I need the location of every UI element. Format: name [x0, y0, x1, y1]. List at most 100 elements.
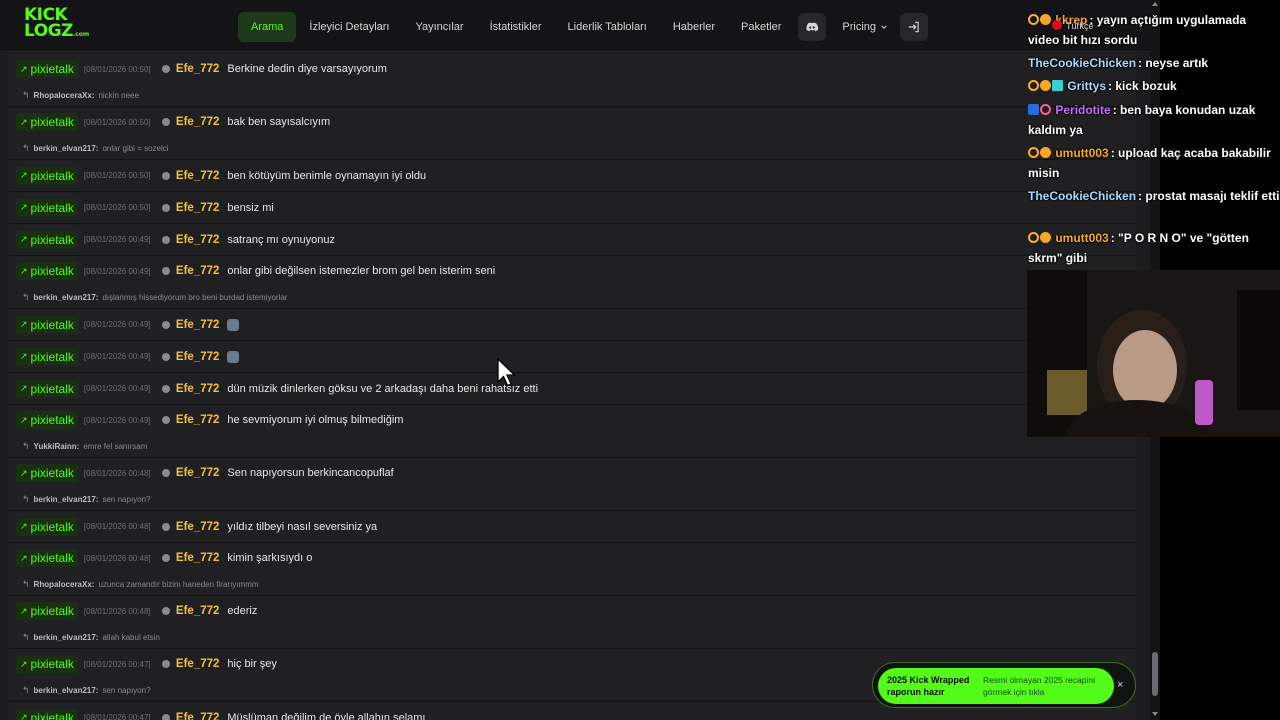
- info-icon[interactable]: [161, 171, 170, 180]
- reply-arrow-icon: ↰: [22, 142, 30, 153]
- message-username[interactable]: Efe_772: [176, 521, 219, 533]
- message-username[interactable]: Efe_772: [176, 552, 219, 564]
- message-username[interactable]: Efe_772: [176, 202, 219, 214]
- q-badge-icon: [1028, 14, 1039, 25]
- kick-icon: ↗: [20, 658, 28, 669]
- info-icon[interactable]: [161, 469, 170, 477]
- channel-badge[interactable]: ↗ pixietalk: [16, 517, 78, 536]
- message-username[interactable]: Efe_772: [176, 658, 219, 670]
- info-icon[interactable]: [161, 554, 170, 562]
- message-timestamp: [08/01/2026 00:49]: [83, 266, 151, 276]
- nav-item-paketler[interactable]: Paketler: [728, 12, 794, 42]
- nav-item-haberler[interactable]: Haberler: [660, 12, 728, 42]
- info-icon[interactable]: [161, 607, 170, 615]
- chat-message: ↗ pixietalk [08/01/2026 00:48] Efe_772 kimin…: [8, 543, 1136, 596]
- channel-badge[interactable]: ↗ pixietalk: [16, 549, 78, 567]
- info-icon[interactable]: [161, 384, 170, 393]
- q-badge-icon: [1028, 232, 1039, 243]
- message-username[interactable]: Efe_772: [176, 467, 219, 479]
- chat-message: ↗ pixietalk [08/01/2026 00:49] Efe_772 he se…: [8, 405, 1136, 458]
- overlay-username: umutt003: [1055, 146, 1109, 160]
- info-icon[interactable]: [161, 320, 170, 329]
- channel-badge[interactable]: ↗ pixietalk: [16, 113, 78, 131]
- reply-text: dışlanmış hissediyorum bro beni burdad i…: [102, 292, 288, 302]
- language-selector[interactable]: Türkçe: [1052, 20, 1094, 31]
- login-button[interactable]: [900, 13, 929, 41]
- overlay-message-text: prostat masajı teklif etti: [1145, 189, 1280, 203]
- message-username[interactable]: Efe_772: [176, 414, 219, 426]
- message-text: yıldız tilbeyi nasıl seversiniz ya: [227, 520, 378, 533]
- message-username[interactable]: Efe_772: [176, 712, 219, 720]
- reply-username[interactable]: RhopaloceraXx:: [34, 580, 95, 589]
- reply-username[interactable]: RhopaloceraXx:: [34, 91, 95, 100]
- discord-icon: [806, 22, 819, 32]
- message-username[interactable]: Efe_772: [176, 383, 219, 395]
- reply-username[interactable]: berkin_elvan217:: [34, 633, 99, 642]
- reply-username[interactable]: berkin_elvan217:: [34, 144, 99, 153]
- channel-badge[interactable]: ↗ pixietalk: [16, 347, 78, 366]
- channel-badge[interactable]: ↗ pixietalk: [16, 655, 78, 673]
- webcam-feed: [1027, 270, 1280, 437]
- channel-badge[interactable]: ↗ pixietalk: [16, 379, 78, 398]
- chat-message-row: ↗ pixietalk [08/01/2026 00:49] Efe_772 satra…: [8, 224, 1136, 255]
- nav-item-arama[interactable]: Arama: [238, 12, 297, 42]
- message-timestamp: [08/01/2026 00:50]: [83, 171, 151, 180]
- info-icon[interactable]: [161, 203, 170, 212]
- message-timestamp: [08/01/2026 00:50]: [83, 117, 151, 127]
- channel-badge[interactable]: ↗ pixietalk: [16, 464, 78, 482]
- message-username[interactable]: Efe_772: [176, 351, 219, 363]
- emote-icon: [227, 318, 240, 331]
- discord-button[interactable]: [798, 13, 827, 41]
- message-timestamp: [08/01/2026 00:49]: [83, 384, 151, 393]
- message-username[interactable]: Efe_772: [176, 605, 219, 617]
- nav-item-istatistikler[interactable]: İstatistikler: [477, 12, 555, 42]
- info-icon[interactable]: [161, 118, 170, 126]
- chat-message: ↗ pixietalk [08/01/2026 00:49] Efe_772: [8, 341, 1136, 373]
- info-icon[interactable]: [161, 65, 170, 73]
- channel-badge[interactable]: ↗ pixietalk: [16, 602, 78, 620]
- reply-username[interactable]: berkin_elvan217:: [34, 686, 99, 695]
- chat-message-row: ↗ pixietalk [08/01/2026 00:50] Efe_772 bak b…: [8, 107, 1136, 137]
- message-username[interactable]: Efe_772: [176, 234, 219, 246]
- info-icon[interactable]: [161, 235, 170, 244]
- message-username[interactable]: Efe_772: [176, 63, 219, 75]
- nav-item-izleyici-detaylari[interactable]: İzleyici Detayları: [296, 12, 402, 42]
- reply-username[interactable]: YukkiRainn:: [34, 442, 80, 451]
- pricing-dropdown[interactable]: Pricing: [830, 21, 896, 33]
- channel-badge[interactable]: ↗ pixietalk: [16, 60, 78, 78]
- message-username[interactable]: Efe_772: [176, 116, 219, 128]
- info-icon[interactable]: [161, 352, 170, 361]
- message-username[interactable]: Efe_772: [176, 170, 219, 182]
- info-icon[interactable]: [161, 713, 170, 720]
- message-username[interactable]: Efe_772: [176, 319, 219, 331]
- kick-icon: ↗: [20, 116, 28, 127]
- message-text: bak ben sayısalcıyım: [227, 116, 331, 128]
- message-username[interactable]: Efe_772: [176, 265, 219, 277]
- reply-arrow-icon: ↰: [22, 89, 30, 100]
- message-text: bensiz mi: [227, 201, 274, 214]
- channel-badge[interactable]: ↗ pixietalk: [16, 411, 78, 429]
- channel-badge[interactable]: ↗ pixietalk: [16, 230, 78, 249]
- info-icon[interactable]: [161, 267, 170, 275]
- kick-icon: ↗: [20, 319, 28, 329]
- reply-username[interactable]: berkin_elvan217:: [34, 495, 99, 504]
- channel-badge[interactable]: ↗ pixietalk: [16, 262, 78, 280]
- nav-item-liderlik-tablolari[interactable]: Liderlik Tabloları: [555, 12, 660, 42]
- toast-title: 2025 Kick Wrapped raporun hazır: [887, 675, 970, 697]
- channel-badge[interactable]: ↗ pixietalk: [16, 198, 78, 217]
- kick-icon: ↗: [20, 605, 28, 616]
- channel-badge[interactable]: ↗ pixietalk: [16, 708, 78, 720]
- site-logo[interactable]: KICK LOGZ.com: [24, 7, 89, 43]
- message-timestamp: [08/01/2026 00:47]: [83, 713, 151, 720]
- channel-badge[interactable]: ↗ pixietalk: [16, 315, 78, 334]
- overlay-chat-message: umutt003: "P O R N O" ve "götten skrm" g…: [1028, 231, 1249, 265]
- coin-badge-icon: [1040, 14, 1051, 25]
- info-icon[interactable]: [161, 660, 170, 668]
- channel-badge[interactable]: ↗ pixietalk: [16, 166, 78, 185]
- message-timestamp: [08/01/2026 00:48]: [83, 606, 151, 616]
- info-icon[interactable]: [161, 522, 170, 531]
- info-icon[interactable]: [161, 416, 170, 424]
- nav-item-yayincilar[interactable]: Yayıncılar: [402, 12, 476, 42]
- reply-username[interactable]: berkin_elvan217:: [34, 293, 99, 302]
- kick-icon: ↗: [20, 170, 28, 180]
